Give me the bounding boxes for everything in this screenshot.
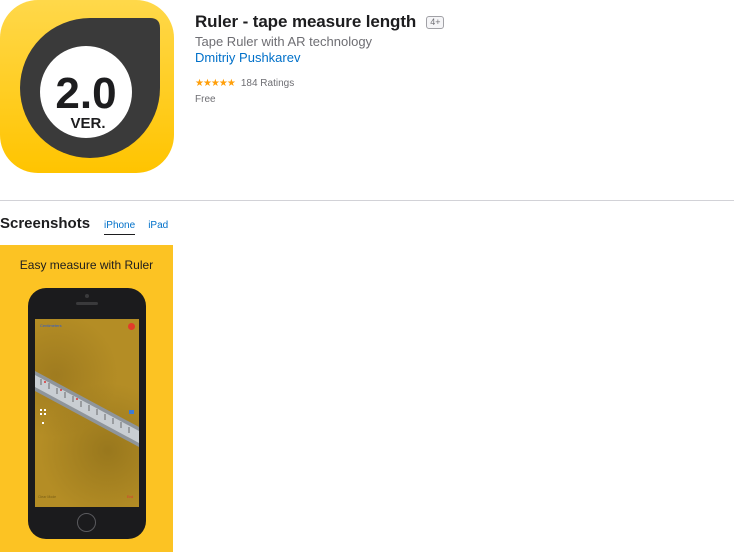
star-rating-icon: ★★★★★ — [195, 78, 236, 89]
screen-bottom-right-label: End — [127, 495, 134, 499]
phone-screen: Centimeters Clear Mode End — [35, 319, 139, 507]
screenshot-caption: Easy measure with Ruler — [19, 258, 154, 272]
tab-ipad[interactable]: iPad — [148, 220, 168, 234]
price-label: Free — [195, 94, 216, 105]
app-subtitle: Tape Ruler with AR technology — [195, 34, 373, 49]
home-button-icon — [77, 513, 96, 532]
icon-version-label: VER. — [70, 115, 105, 132]
developer-link[interactable]: Dmitriy Pushkarev — [195, 50, 300, 65]
phone-frame: Centimeters Clear Mode End — [28, 288, 146, 539]
screenshots-header: Screenshots iPhone iPad — [0, 215, 168, 235]
screen-bottom-left-label: Clear Mode — [38, 495, 57, 499]
title-row: Ruler - tape measure length 4+ — [195, 12, 445, 32]
rating-row: ★★★★★ 184 Ratings — [195, 78, 294, 89]
tab-iphone[interactable]: iPhone — [104, 220, 136, 235]
phone-speaker-icon — [76, 302, 98, 305]
rating-count: 184 Ratings — [240, 78, 295, 89]
icon-version-number: 2.0 — [55, 69, 116, 118]
app-icon: 2.0 VER. — [0, 0, 174, 173]
screenshots-title: Screenshots — [0, 215, 91, 232]
screenshot-item[interactable]: Easy measure with Ruler Centimeters Clea… — [0, 245, 173, 552]
app-title: Ruler - tape measure length — [195, 12, 417, 31]
phone-camera-icon — [85, 294, 89, 298]
divider — [0, 200, 734, 201]
age-rating-badge: 4+ — [426, 15, 445, 29]
tape-measure-icon: 2.0 VER. — [20, 18, 160, 158]
tape-ruler-graphic — [35, 371, 139, 447]
